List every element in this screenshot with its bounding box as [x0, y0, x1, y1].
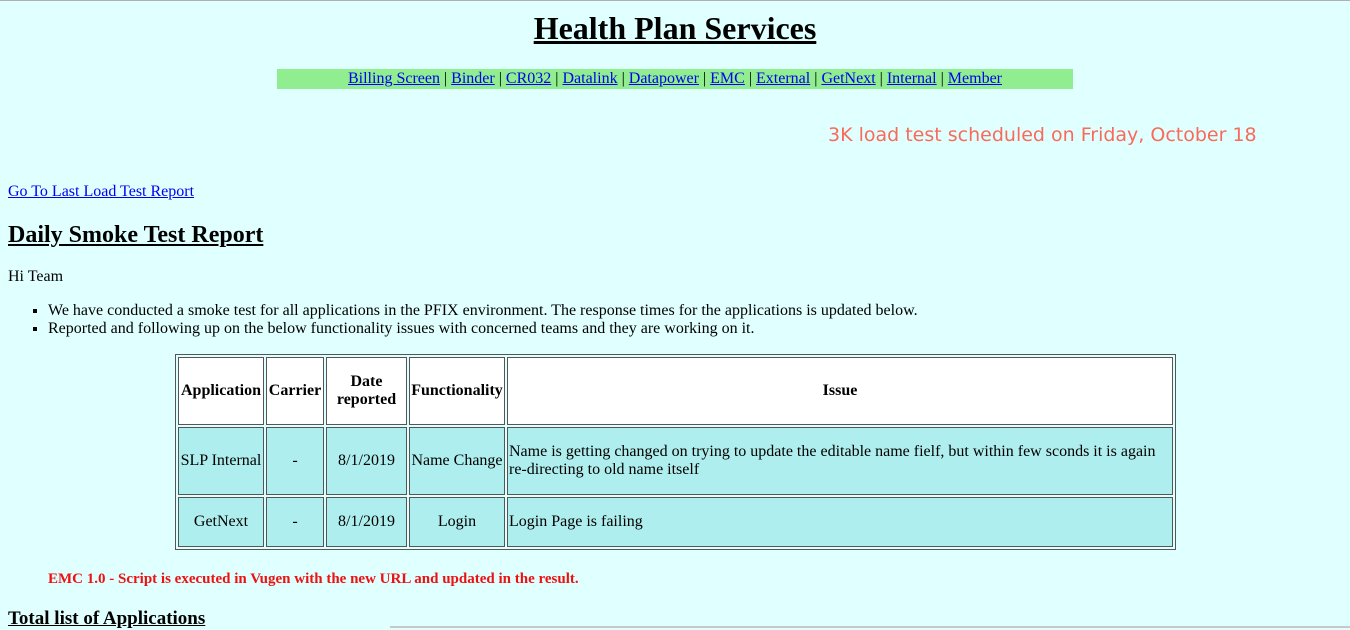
issues-table-container: Application Carrier Date reported Functi…: [175, 354, 1176, 550]
cell-date-reported: 8/1/2019: [326, 497, 407, 547]
nav-link-getnext[interactable]: GetNext: [821, 70, 875, 87]
nav-separator: |: [621, 70, 625, 87]
column-header-date-reported: Date reported: [326, 357, 407, 425]
total-applications-heading: Total list of Applications: [8, 608, 206, 629]
report-heading: Daily Smoke Test Report: [8, 222, 264, 248]
nav-separator: |: [555, 70, 559, 87]
greeting-text: Hi Team: [8, 268, 64, 285]
page-title: Health Plan Services: [533, 10, 817, 46]
nav-separator: |: [814, 70, 818, 87]
load-test-announcement: 3K load test scheduled on Friday, Octobe…: [828, 124, 1257, 146]
cell-functionality: Login: [409, 497, 505, 547]
nav-link-binder[interactable]: Binder: [451, 70, 495, 87]
last-load-test-report-link[interactable]: Go To Last Load Test Report: [8, 183, 194, 201]
cell-application: GetNext: [178, 497, 264, 547]
nav-link-cr032[interactable]: CR032: [506, 70, 551, 87]
nav-link-internal[interactable]: Internal: [887, 70, 937, 87]
cell-carrier: -: [266, 497, 324, 547]
cell-issue: Login Page is failing: [507, 497, 1173, 547]
issues-table: Application Carrier Date reported Functi…: [175, 354, 1176, 550]
nav-separator: |: [702, 70, 707, 87]
nav-link-member[interactable]: Member: [948, 70, 1002, 87]
nav-separator: |: [498, 70, 502, 87]
table-row: GetNext - 8/1/2019 Login Login Page is f…: [178, 497, 1173, 547]
nav-separator: |: [748, 70, 753, 87]
cell-carrier: -: [266, 427, 324, 495]
column-header-application: Application: [178, 357, 264, 425]
nav-link-datapower[interactable]: Datapower: [629, 70, 699, 87]
table-header-row: Application Carrier Date reported Functi…: [178, 357, 1173, 425]
cell-issue: Name is getting changed on trying to upd…: [507, 427, 1173, 495]
summary-item: We have conducted a smoke test for all a…: [48, 302, 918, 320]
summary-list: We have conducted a smoke test for all a…: [8, 302, 918, 338]
nav-separator: |: [940, 70, 944, 87]
top-divider: [0, 0, 1350, 1]
nav-separator: |: [443, 70, 448, 87]
cell-application: SLP Internal: [178, 427, 264, 495]
column-header-issue: Issue: [507, 357, 1173, 425]
nav-separator: |: [879, 70, 883, 87]
table-row: SLP Internal - 8/1/2019 Name Change Name…: [178, 427, 1173, 495]
column-header-functionality: Functionality: [409, 357, 505, 425]
nav-link-external[interactable]: External: [756, 70, 810, 87]
cell-functionality: Name Change: [409, 427, 505, 495]
nav-link-emc[interactable]: EMC: [710, 70, 745, 87]
column-header-carrier: Carrier: [266, 357, 324, 425]
nav-link-datalink[interactable]: Datalink: [562, 70, 617, 87]
nav-bar: Billing Screen | Binder | CR032 | Datali…: [277, 69, 1073, 89]
summary-item: Reported and following up on the below f…: [48, 320, 918, 338]
nav-link-billing-screen[interactable]: Billing Screen: [348, 70, 440, 87]
cell-date-reported: 8/1/2019: [326, 427, 407, 495]
emc-status-note: EMC 1.0 - Script is executed in Vugen wi…: [48, 571, 579, 587]
